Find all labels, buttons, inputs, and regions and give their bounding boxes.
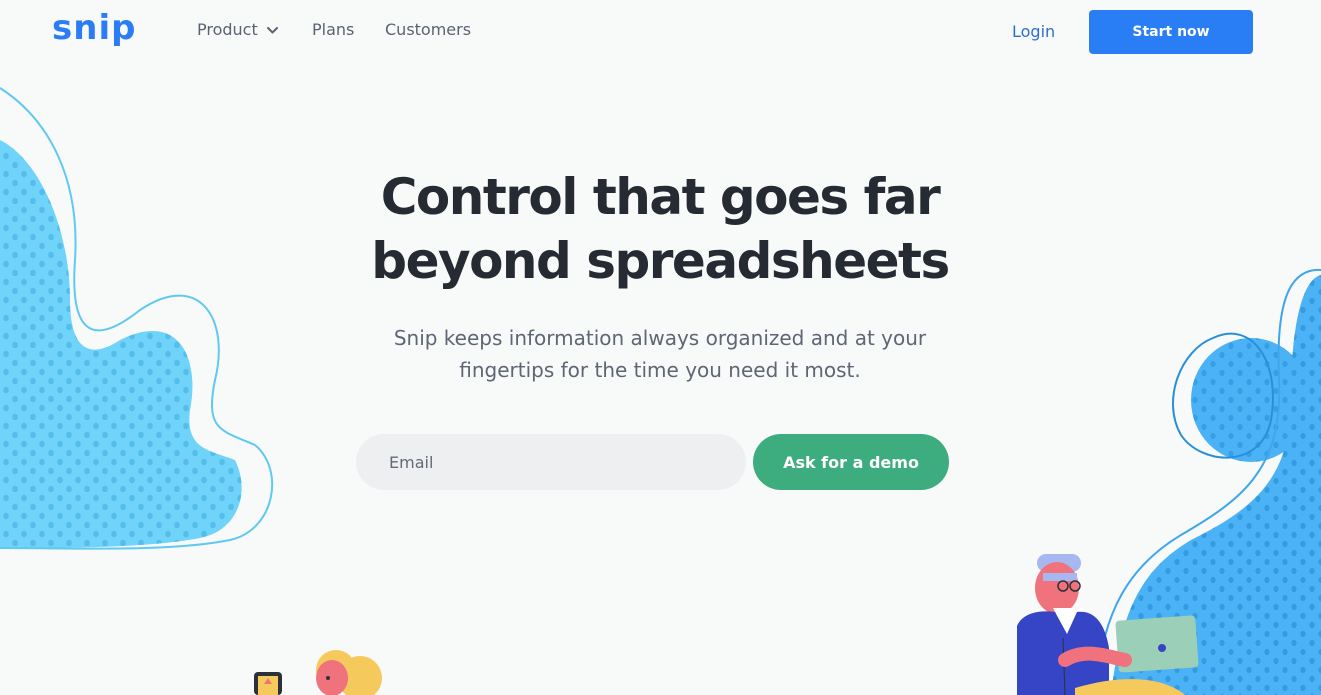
- chevron-down-icon: [266, 26, 278, 33]
- nav-item-label: Product: [197, 19, 258, 39]
- ask-for-demo-button[interactable]: Ask for a demo: [753, 434, 949, 490]
- start-now-button[interactable]: Start now: [1089, 10, 1253, 54]
- hero-subtitle-line-1: Snip keeps information always organized …: [393, 326, 927, 350]
- person-laptop-illustration: [1017, 554, 1199, 695]
- nav-item-customers[interactable]: Customers: [385, 17, 471, 41]
- hero-title-line-1: Control that goes far: [380, 168, 941, 226]
- nav-item-plans[interactable]: Plans: [312, 17, 355, 41]
- hero-subtitle-line-2: fingertips for the time you need it most…: [459, 358, 861, 382]
- hero-subtitle: Snip keeps information always organized …: [360, 322, 960, 386]
- hero-title: Control that goes far beyond spreadsheet…: [310, 165, 1010, 293]
- nav-item-product[interactable]: Product: [197, 17, 279, 41]
- hero-title-line-2: beyond spreadsheets: [371, 232, 950, 290]
- person-phone-illustration: [254, 650, 382, 695]
- snip-logo[interactable]: snip: [52, 8, 136, 48]
- login-link[interactable]: Login: [1012, 22, 1055, 41]
- nav-item-label: Customers: [385, 19, 472, 39]
- site-header: snip Product Plans Customers Login Start…: [0, 0, 1321, 64]
- main-nav: Product Plans Customers: [197, 17, 471, 41]
- left-blob-illustration: [0, 87, 274, 550]
- nav-item-label: Plans: [312, 19, 355, 39]
- email-field[interactable]: [356, 434, 746, 490]
